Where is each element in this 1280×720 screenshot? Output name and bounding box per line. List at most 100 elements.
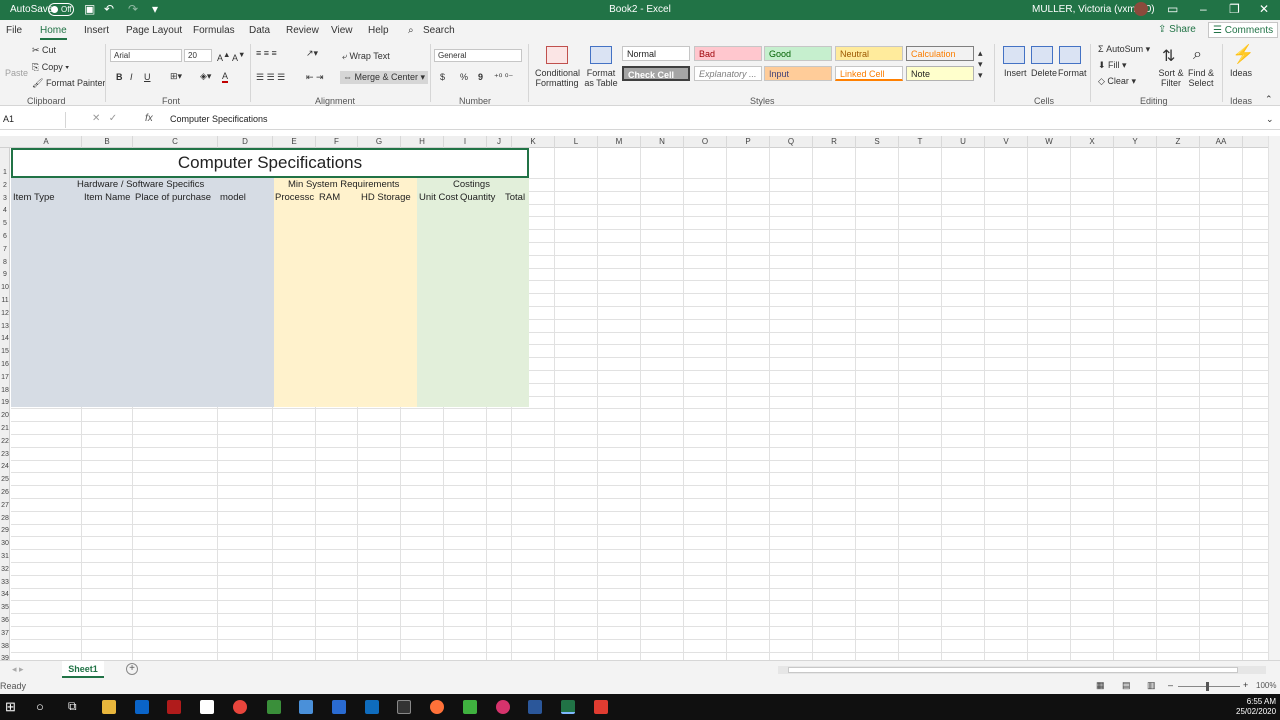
font-name-dropdown[interactable]: Arial (110, 49, 182, 62)
tab-view[interactable]: View (331, 25, 353, 36)
style-calculation[interactable]: Calculation (906, 46, 974, 61)
zoom-in-icon[interactable]: + (1243, 680, 1248, 690)
header-quantity[interactable]: Quantity (460, 192, 495, 203)
header-processor[interactable]: Processc (275, 192, 318, 203)
zoom-slider-thumb[interactable] (1206, 682, 1209, 691)
clock[interactable]: 6:55 AM 25/02/2020 (1236, 697, 1276, 717)
row-header[interactable]: 2 (0, 182, 10, 189)
cortana-icon[interactable]: ○ (36, 699, 44, 714)
row-header[interactable]: 18 (0, 387, 10, 394)
search-icon[interactable]: ⌕ (408, 25, 414, 36)
column-header[interactable]: R (813, 136, 856, 148)
row-header[interactable]: 5 (0, 220, 10, 227)
tab-insert[interactable]: Insert (84, 25, 109, 36)
style-explanatory[interactable]: Explanatory ... (694, 66, 762, 81)
column-header[interactable]: K (512, 136, 555, 148)
merge-center-button[interactable]: ⇔ Merge & Center ▾ (340, 71, 429, 84)
column-header[interactable]: A (11, 136, 82, 148)
styles-scroll-icon[interactable]: ▴ ▾ ▾ (978, 48, 983, 81)
header-item-type[interactable]: Item Type (13, 192, 55, 203)
chrome-icon[interactable] (233, 700, 247, 714)
row-header[interactable]: 11 (0, 297, 10, 304)
format-cells-icon[interactable] (1059, 46, 1081, 64)
row-header[interactable]: 34 (0, 591, 10, 598)
row-header[interactable]: 31 (0, 553, 10, 560)
row-header[interactable]: 21 (0, 425, 10, 432)
row-header[interactable]: 6 (0, 233, 10, 240)
find-select-button[interactable]: Find & Select (1186, 68, 1216, 88)
column-header[interactable]: H (401, 136, 444, 148)
tab-data[interactable]: Data (249, 25, 270, 36)
zoom-out-icon[interactable]: – (1168, 680, 1173, 690)
style-input[interactable]: Input (764, 66, 832, 81)
sheet-tab-sheet1[interactable]: Sheet1 (62, 661, 104, 678)
group-costings[interactable]: Costings (453, 179, 490, 190)
style-good[interactable]: Good (764, 46, 832, 61)
row-header[interactable]: 26 (0, 489, 10, 496)
page-layout-view-icon[interactable]: ▤ (1122, 680, 1131, 691)
column-header[interactable]: N (641, 136, 684, 148)
row-header[interactable]: 3 (0, 195, 10, 202)
format-as-table-button[interactable]: Format as Table (582, 68, 620, 88)
column-header[interactable]: I (444, 136, 487, 148)
row-header[interactable]: 24 (0, 463, 10, 470)
italic-button[interactable]: I (130, 72, 133, 82)
column-header[interactable]: D (218, 136, 273, 148)
find-select-icon[interactable]: ⌕ (1193, 46, 1202, 64)
firefox-icon[interactable] (430, 700, 444, 714)
zoom-level[interactable]: 100% (1256, 681, 1276, 690)
style-neutral[interactable]: Neutral (835, 46, 903, 61)
column-header[interactable]: Z (1157, 136, 1200, 148)
row-header[interactable]: 15 (0, 348, 10, 355)
header-model[interactable]: model (220, 192, 246, 203)
avatar[interactable] (1134, 2, 1148, 16)
restore-icon[interactable]: ❐ (1229, 2, 1240, 16)
normal-view-icon[interactable]: ▦ (1096, 680, 1105, 691)
ideas-button[interactable]: Ideas (1230, 68, 1252, 78)
column-header[interactable]: E (273, 136, 316, 148)
column-header[interactable]: AA (1200, 136, 1243, 148)
insert-cells-button[interactable]: Insert (1004, 68, 1027, 78)
font-size-dropdown[interactable]: 20 (184, 49, 212, 62)
column-header[interactable]: G (358, 136, 401, 148)
autosum-button[interactable]: Σ AutoSum ▾ (1098, 44, 1150, 55)
row-header[interactable]: 17 (0, 374, 10, 381)
column-header[interactable]: F (316, 136, 358, 148)
group-min-requirements[interactable]: Min System Requirements (288, 179, 399, 190)
app-icon[interactable] (332, 700, 346, 714)
task-view-icon[interactable]: ⧉ (68, 699, 77, 714)
fill-button[interactable]: ⬇ Fill ▾ (1098, 60, 1127, 71)
app-icon[interactable] (463, 700, 477, 714)
orientation-icon[interactable]: ↗▾ (306, 48, 318, 59)
cut-button[interactable]: ✂ Cut (32, 45, 56, 56)
sort-filter-icon[interactable]: ⇅ (1162, 46, 1175, 66)
format-painter-button[interactable]: 🖌 Format Painter (32, 78, 105, 89)
row-header[interactable]: 30 (0, 540, 10, 547)
app-icon[interactable] (299, 700, 313, 714)
increase-font-icon[interactable]: A▲ (217, 50, 230, 63)
header-item-name[interactable]: Item Name (84, 192, 130, 203)
tab-help[interactable]: Help (368, 25, 389, 36)
header-ram[interactable]: RAM (319, 192, 340, 203)
zoom-slider[interactable] (1178, 686, 1240, 687)
format-as-table-icon[interactable] (590, 46, 612, 64)
minimize-icon[interactable]: – (1200, 2, 1207, 16)
tab-file[interactable]: File (6, 25, 22, 36)
column-header[interactable]: W (1028, 136, 1071, 148)
align-left-icon[interactable]: ☰ ☰ ☰ (256, 72, 285, 83)
app-icon[interactable] (594, 700, 608, 714)
column-header[interactable]: L (555, 136, 598, 148)
collapse-ribbon-icon[interactable]: ⌃ (1265, 94, 1273, 105)
underline-button[interactable]: U (144, 72, 151, 82)
row-header[interactable]: 33 (0, 579, 10, 586)
column-header[interactable]: O (684, 136, 727, 148)
number-format-dropdown[interactable]: General (434, 49, 522, 62)
formula-input[interactable]: Computer Specifications (170, 114, 268, 124)
scroll-thumb[interactable] (788, 667, 1238, 673)
fill-color-icon[interactable]: ◈▾ (200, 71, 211, 82)
header-hd-storage[interactable]: HD Storage (361, 192, 411, 203)
name-box[interactable]: A1 (0, 112, 66, 128)
style-bad[interactable]: Bad (694, 46, 762, 61)
row-header[interactable]: 13 (0, 323, 10, 330)
vertical-scrollbar[interactable] (1268, 136, 1280, 660)
